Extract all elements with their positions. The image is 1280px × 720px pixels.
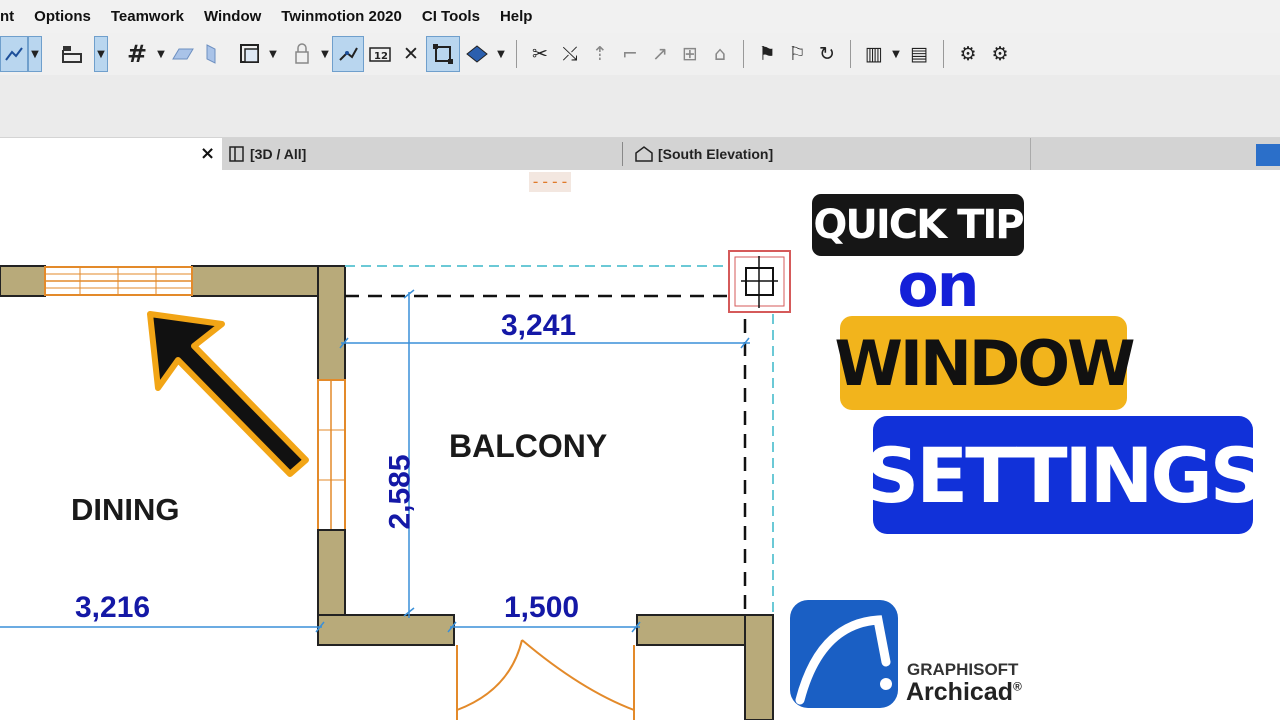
- tab-south-elevation[interactable]: [South Elevation]: [634, 138, 773, 170]
- roof-icon[interactable]: ⌂: [705, 36, 735, 72]
- toolbar-empty-row: [0, 75, 1280, 138]
- window-side: [317, 379, 346, 531]
- dimension-lines: [0, 289, 750, 633]
- tab-label: [South Elevation]: [658, 146, 774, 162]
- menu-options[interactable]: Options: [34, 8, 91, 25]
- refresh-icon[interactable]: ↻: [812, 36, 842, 72]
- chevron-down-icon[interactable]: ▼: [94, 36, 108, 72]
- select-element-icon[interactable]: [426, 36, 460, 72]
- wall: [0, 265, 46, 297]
- view-tab-bar: × [3D / All] [South Elevation]: [0, 138, 1280, 170]
- menu-window[interactable]: Window: [204, 8, 261, 25]
- curve-icon[interactable]: ↗: [645, 36, 675, 72]
- cross-icon[interactable]: ✕: [396, 36, 426, 72]
- settings-badge: SETTINGS: [864, 416, 1265, 534]
- 3d-window-icon: [229, 146, 244, 162]
- elevate-icon[interactable]: ⇡: [585, 36, 615, 72]
- slab-icon[interactable]: [168, 36, 198, 72]
- corner-icon[interactable]: ⌐: [615, 36, 645, 72]
- menu-teamwork[interactable]: Teamwork: [111, 8, 184, 25]
- dimension-top: 3,241: [501, 309, 577, 342]
- tab-divider: [1030, 138, 1031, 170]
- snap-guide-icon[interactable]: [332, 36, 364, 72]
- lock-icon[interactable]: [286, 36, 318, 72]
- tab-floor-plan-active[interactable]: [0, 138, 222, 170]
- toolbar-divider: [743, 40, 744, 68]
- door-swing: [456, 639, 635, 720]
- registered-mark: ®: [1012, 679, 1022, 694]
- menu-help[interactable]: Help: [500, 8, 533, 25]
- column-marker: [728, 250, 791, 313]
- teamwork-icon[interactable]: ⚙: [952, 36, 984, 72]
- split-icon[interactable]: ✂: [525, 36, 555, 72]
- logo-product-text: Archicad: [906, 678, 1013, 706]
- toolbar-divider: [943, 40, 944, 68]
- pointer-arrow: [147, 311, 309, 477]
- offset-icon[interactable]: ⊞: [675, 36, 705, 72]
- marquee-icon[interactable]: [460, 36, 494, 72]
- wall: [744, 614, 774, 720]
- dimension-dining-bottom: 3,216: [75, 591, 151, 624]
- trim-icon[interactable]: ⤯: [555, 36, 585, 72]
- menu-bar: nt Options Teamwork Window Twinmotion 20…: [0, 0, 1280, 33]
- menu-design[interactable]: nt: [0, 8, 14, 25]
- chevron-down-icon[interactable]: ▼: [494, 36, 508, 72]
- favorites-icon[interactable]: ⚐: [782, 36, 812, 72]
- frame-icon[interactable]: [234, 36, 266, 72]
- tab-divider: [622, 142, 623, 166]
- chevron-down-icon[interactable]: ▼: [889, 36, 903, 72]
- chevron-down-icon[interactable]: ▼: [28, 36, 42, 72]
- toolbar-divider: [516, 40, 517, 68]
- archicad-logo-icon: [790, 600, 898, 708]
- tab-3d-all[interactable]: [3D / All]: [228, 138, 306, 170]
- grid-icon[interactable]: #: [120, 36, 154, 72]
- chevron-down-icon[interactable]: ▼: [154, 36, 168, 72]
- on-text: on: [897, 251, 980, 321]
- wall: [317, 265, 346, 381]
- wall-icon[interactable]: [198, 36, 224, 72]
- dimension-vertical: 2,585: [383, 454, 417, 530]
- layers-icon[interactable]: [52, 36, 94, 72]
- close-icon[interactable]: ×: [200, 143, 215, 164]
- flag-icon[interactable]: ⚑: [752, 36, 782, 72]
- trace-icon[interactable]: [0, 36, 28, 72]
- menu-twinmotion[interactable]: Twinmotion 2020: [281, 8, 402, 25]
- chevron-down-icon[interactable]: ▼: [318, 36, 332, 72]
- menu-ci-tools[interactable]: CI Tools: [422, 8, 480, 25]
- window-tool-icon[interactable]: ▥: [859, 36, 889, 72]
- logo-product: Archicad®: [906, 678, 1022, 707]
- sync-icon[interactable]: ⚙: [984, 36, 1016, 72]
- room-label-balcony: BALCONY: [449, 428, 608, 464]
- window-badge: WINDOW: [835, 316, 1135, 410]
- chevron-down-icon[interactable]: ▼: [266, 36, 280, 72]
- room-label-dining: DINING: [71, 492, 180, 527]
- dimension-door: 1,500: [504, 591, 580, 624]
- wall: [317, 614, 455, 646]
- toolbar: ▼ ▼ # ▼ ▼ ▼ 12 ✕ ▼ ✂ ⤯ ⇡ ⌐ ↗ ⊞ ⌂ ⚑ ⚐ ↻ ▥…: [0, 33, 1280, 75]
- svg-text:12: 12: [374, 51, 388, 62]
- tab-label: [3D / All]: [250, 146, 307, 162]
- publish-icon[interactable]: ▤: [903, 36, 935, 72]
- tab-more-icon[interactable]: [1256, 144, 1280, 166]
- dimension-icon[interactable]: 12: [364, 36, 396, 72]
- elevation-icon: [635, 146, 653, 162]
- logo-company: GRAPHISOFT: [907, 660, 1019, 679]
- window-top: [44, 266, 193, 296]
- toolbar-divider: [850, 40, 851, 68]
- quick-tip-badge: QUICK TIP: [812, 194, 1025, 256]
